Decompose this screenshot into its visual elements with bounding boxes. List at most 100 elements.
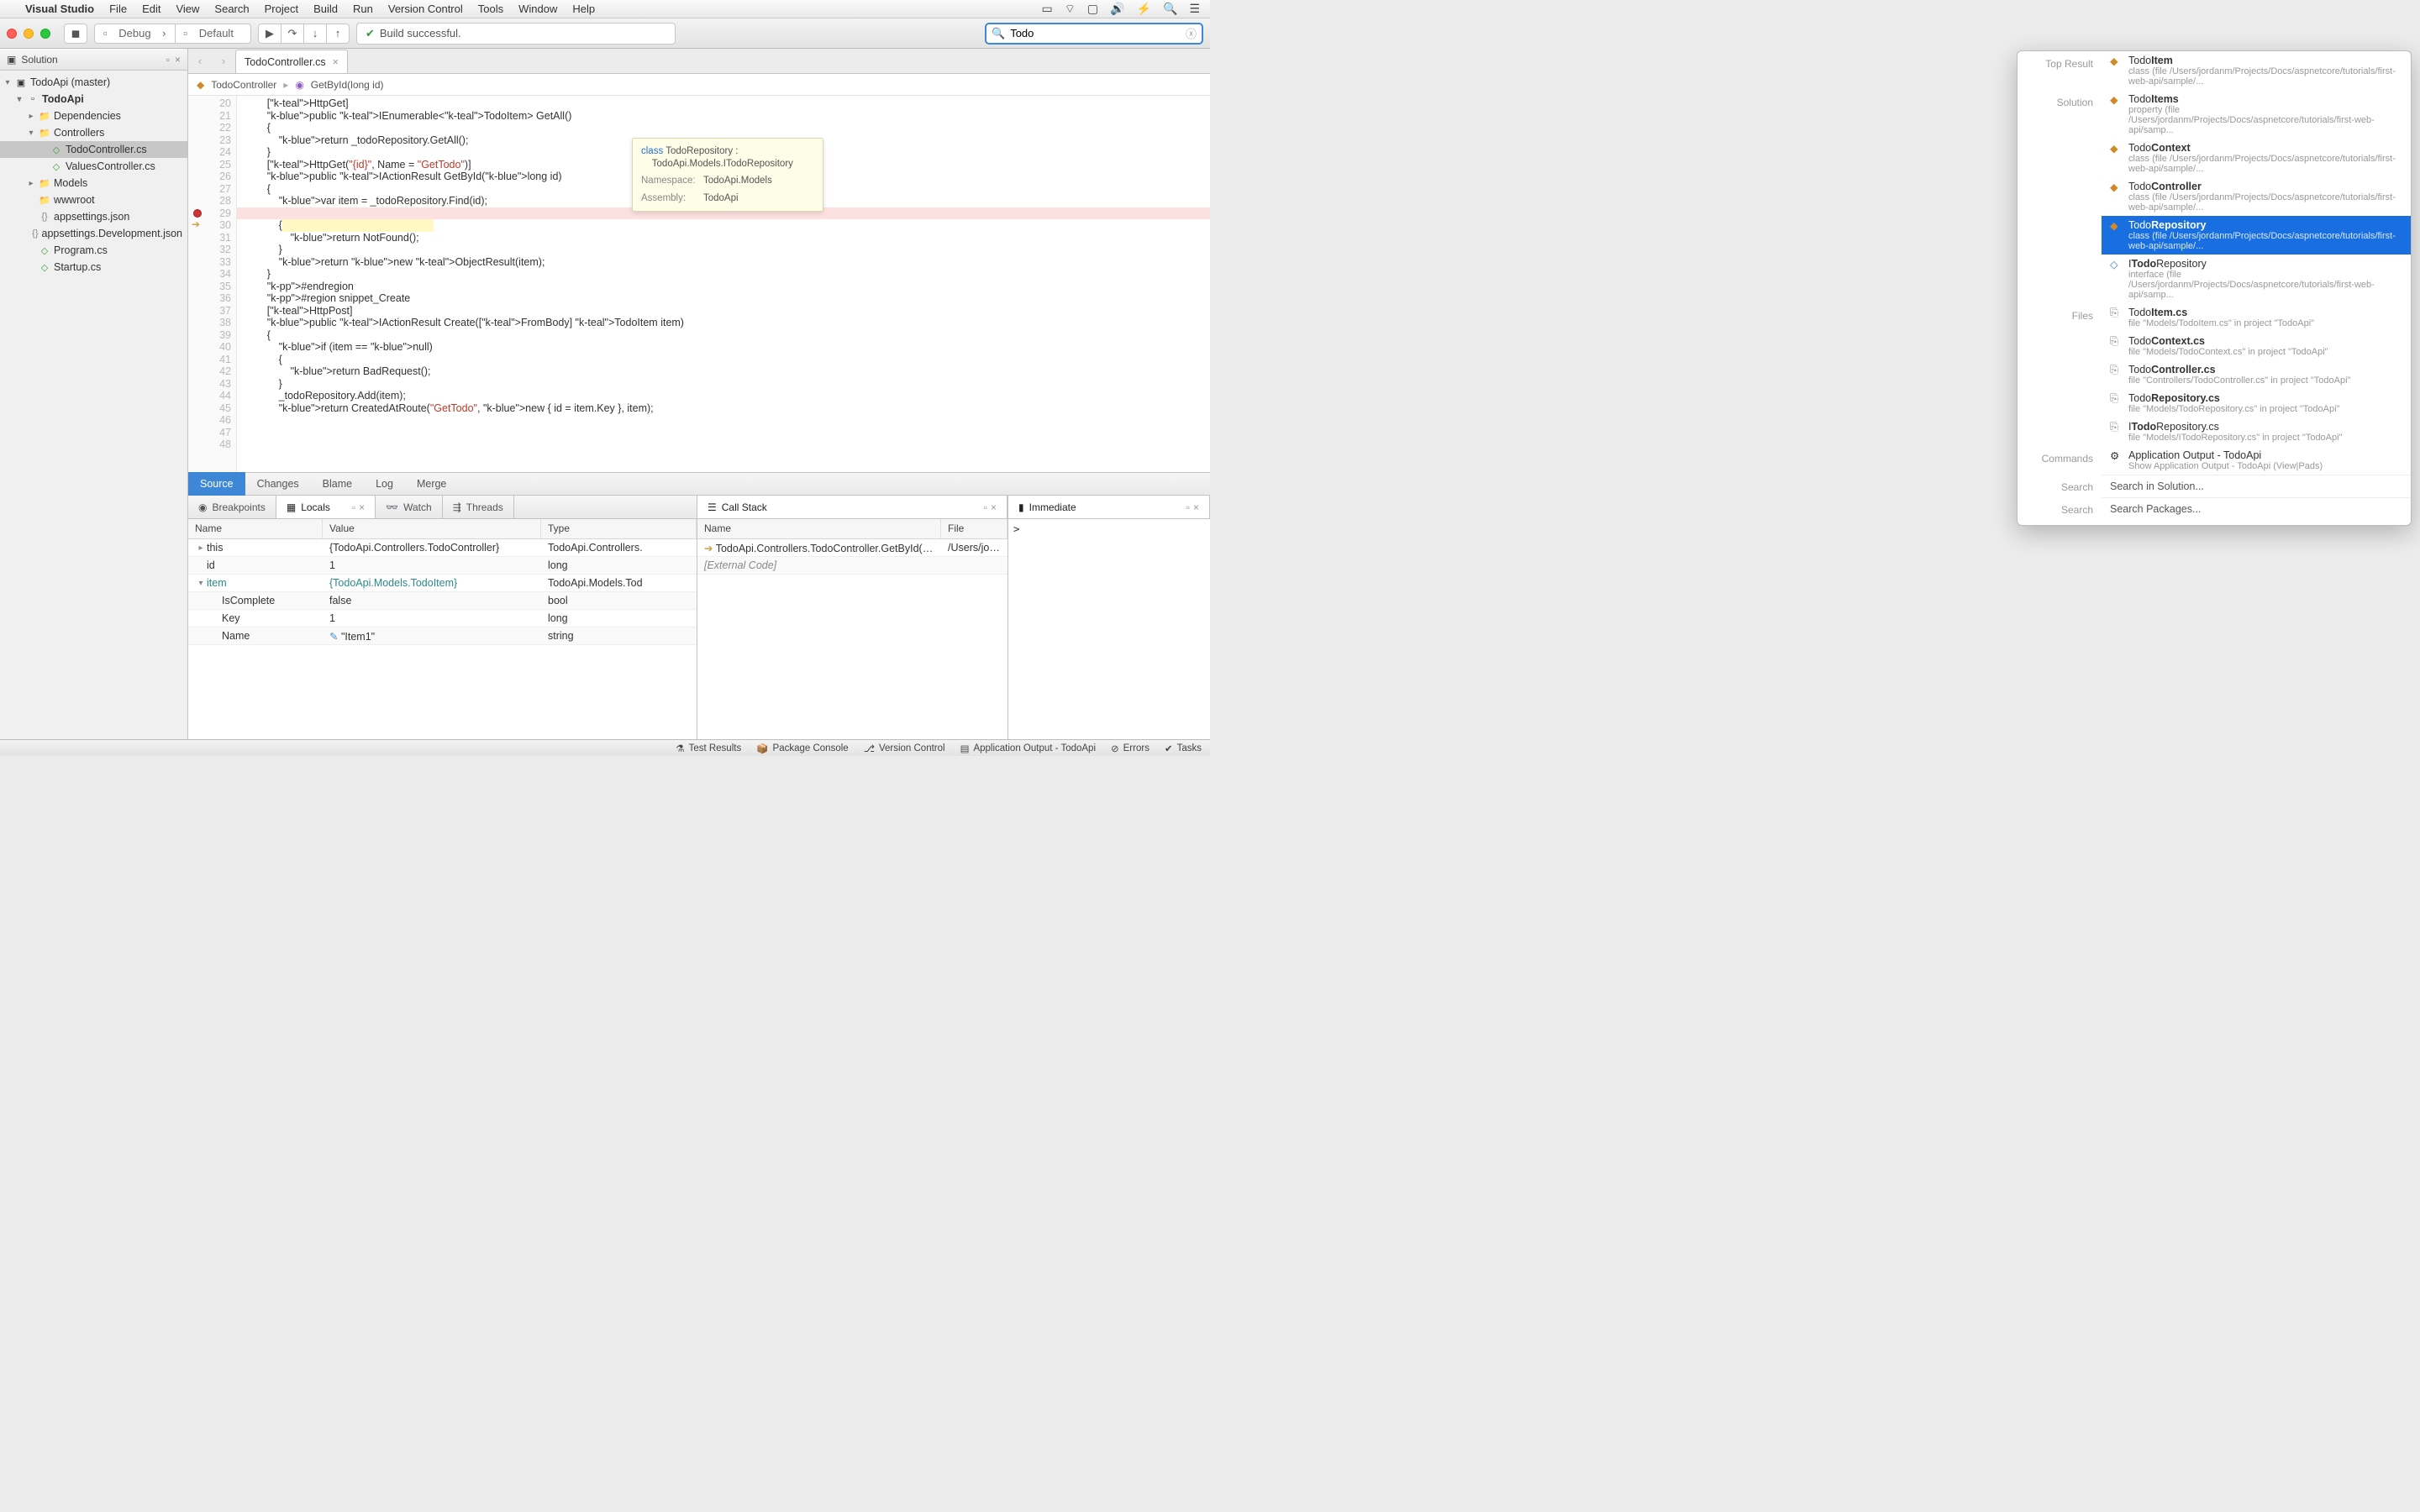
menu-build[interactable]: Build [313,3,338,15]
immediate-body[interactable]: > [1008,519,1210,739]
step-over-button[interactable]: ↷ [281,24,304,44]
nav-forward[interactable]: › [212,48,235,73]
zoom-window[interactable] [40,29,50,39]
solution-tree[interactable]: ▾▣TodoApi (master) ▾▫TodoApi ▸📁Dependenc… [0,71,187,739]
run-configuration[interactable]: ▫ Debug › ▫ Default [94,24,251,44]
status-tasks[interactable]: ✔Tasks [1165,743,1202,754]
status-version-control[interactable]: ⎇Version Control [864,743,945,754]
tab-watch[interactable]: 👓Watch [376,496,443,518]
col-name[interactable]: Name [188,519,323,538]
tab-blame[interactable]: Blame [311,472,364,496]
search-result-item[interactable]: ⚙Application Output - TodoApiShow Applic… [2102,446,2411,475]
menu-project[interactable]: Project [265,3,298,15]
tree-item[interactable]: ▸📁Models [0,175,187,192]
nav-back[interactable]: ‹ [188,48,212,73]
search-result-item[interactable]: ⎘TodoRepository.csfile "Models/TodoRepos… [2102,389,2411,417]
wifi-icon[interactable]: ⌔ [1065,2,1076,17]
menu-icon[interactable]: ☰ [1189,2,1200,17]
close-icon[interactable]: × [991,501,997,513]
battery-icon[interactable]: ▭ [1041,2,1052,17]
menu-window[interactable]: Window [518,3,557,15]
crumb-class[interactable]: TodoController [211,79,276,91]
menu-tools[interactable]: Tools [478,3,503,15]
code-editor[interactable]: 2021222324252627282930313233343536373839… [188,96,1210,472]
menu-view[interactable]: View [176,3,199,15]
col-cs-file[interactable]: File [941,519,1007,538]
locals-row[interactable]: Key1long [188,610,697,627]
minimize-window[interactable] [24,29,34,39]
search-result-item[interactable]: ⎘TodoContext.csfile "Models/TodoContext.… [2102,332,2411,360]
status-test-results[interactable]: ⚗Test Results [676,743,741,754]
search-input[interactable] [1010,27,1181,39]
tree-item[interactable]: {}appsettings.json [0,208,187,225]
col-value[interactable]: Value [323,519,541,538]
tab-breakpoints[interactable]: ◉Breakpoints [188,496,276,518]
search-result-item[interactable]: ⎘TodoController.csfile "Controllers/Todo… [2102,360,2411,389]
tab-merge[interactable]: Merge [405,472,458,496]
close-icon[interactable]: × [359,501,365,513]
power-icon[interactable]: ⚡ [1137,2,1151,17]
status-package-console[interactable]: 📦Package Console [756,743,848,754]
menu-help[interactable]: Help [572,3,595,15]
tab-log[interactable]: Log [364,472,405,496]
menu-run[interactable]: Run [353,3,373,15]
file-tab[interactable]: TodoController.cs × [235,50,348,73]
tree-item[interactable]: ◇Startup.cs [0,259,187,276]
callstack-row[interactable]: [External Code] [697,557,1007,575]
status-errors[interactable]: ⊘Errors [1111,743,1150,754]
locals-row[interactable]: id1long [188,557,697,575]
stop-button[interactable]: ◼ [64,24,87,44]
close-window[interactable] [7,29,17,39]
search-results-popup[interactable]: Top Result◆TodoItemclass (file /Users/jo… [2017,50,2412,526]
tab-locals[interactable]: ▦Locals▫× [276,496,376,518]
locals-row[interactable]: IsCompletefalsebool [188,592,697,610]
play-button[interactable]: ▶ [258,24,281,44]
tree-project[interactable]: ▾▫TodoApi [0,91,187,108]
locals-row[interactable]: Name✎ "Item1"string [188,627,697,645]
tree-root[interactable]: ▾▣TodoApi (master) [0,74,187,91]
spotlight-icon[interactable]: 🔍 [1163,2,1177,17]
tree-item[interactable]: {}appsettings.Development.json [0,225,187,242]
tree-item[interactable]: ▸📁Dependencies [0,108,187,124]
tree-item[interactable]: ◇Program.cs [0,242,187,259]
locals-row[interactable]: ▾item{TodoApi.Models.TodoItem}TodoApi.Mo… [188,575,697,592]
search-action[interactable]: Search Packages... [2102,497,2411,520]
expand-icon[interactable]: ▫ [166,54,170,66]
search-result-item[interactable]: ◆TodoItemclass (file /Users/jordanm/Proj… [2102,51,2411,90]
tab-source[interactable]: Source [188,472,245,496]
tree-item[interactable]: ◇ValuesController.cs [0,158,187,175]
menu-version-control[interactable]: Version Control [388,3,463,15]
search-result-item[interactable]: ◇ITodoRepositoryinterface (file /Users/j… [2102,255,2411,303]
menu-search[interactable]: Search [214,3,249,15]
search-result-item[interactable]: ⎘ITodoRepository.csfile "Models/ITodoRep… [2102,417,2411,446]
close-icon[interactable]: × [1193,501,1199,513]
global-search[interactable]: 🔍 ⓧ [985,23,1203,45]
search-result-item[interactable]: ◆TodoRepositoryclass (file /Users/jordan… [2102,216,2411,255]
search-result-item[interactable]: ⎘TodoItem.csfile "Models/TodoItem.cs" in… [2102,303,2411,332]
expand-icon[interactable]: ▫ [984,501,987,513]
tab-threads[interactable]: ⇶Threads [443,496,514,518]
step-into-button[interactable]: ↓ [303,24,327,44]
close-tab-icon[interactable]: × [333,56,339,68]
editor-breadcrumb[interactable]: ◆ TodoController ▸ ◉ GetById(long id) [188,74,1210,96]
search-result-item[interactable]: ◆TodoControllerclass (file /Users/jordan… [2102,177,2411,216]
step-out-button[interactable]: ↑ [326,24,350,44]
col-type[interactable]: Type [541,519,697,538]
airplay-icon[interactable]: ▢ [1087,2,1098,17]
status-app-output[interactable]: ▤Application Output - TodoApi [960,743,1096,754]
expand-icon[interactable]: ▫ [352,501,355,513]
tab-immediate[interactable]: ▮Immediate▫× [1008,496,1210,518]
search-result-item[interactable]: ◆TodoItemsproperty (file /Users/jordanm/… [2102,90,2411,139]
search-action[interactable]: Search in Solution... [2102,475,2411,497]
menu-file[interactable]: File [109,3,127,15]
app-name[interactable]: Visual Studio [25,3,94,15]
expand-icon[interactable]: ▫ [1186,501,1190,513]
locals-row[interactable]: ▸this{TodoApi.Controllers.TodoController… [188,539,697,557]
crumb-method[interactable]: GetById(long id) [311,79,384,91]
tab-changes[interactable]: Changes [245,472,311,496]
close-panel-icon[interactable]: × [175,54,181,66]
tab-callstack[interactable]: ☰Call Stack▫× [697,496,1007,518]
breakpoint-marker[interactable] [193,209,202,218]
tree-item[interactable]: ▾📁Controllers [0,124,187,141]
menu-edit[interactable]: Edit [142,3,160,15]
